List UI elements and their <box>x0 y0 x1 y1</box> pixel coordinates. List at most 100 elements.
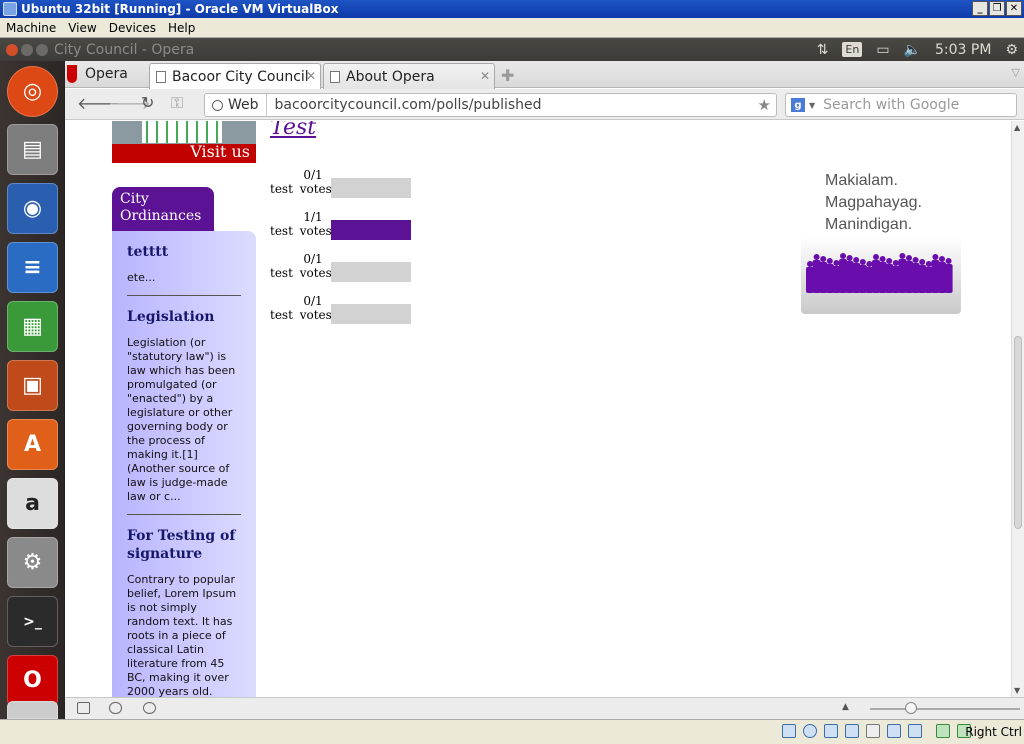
page-content: Visit us City Ordinances tetttt ete... L… <box>65 121 1011 697</box>
building-image <box>142 121 222 143</box>
opera-menu-button[interactable]: Opera <box>67 63 147 85</box>
opera-icon[interactable]: O <box>7 655 58 706</box>
bookmark-star-icon[interactable]: ★ <box>758 96 771 114</box>
menu-view[interactable]: View <box>62 18 102 37</box>
google-icon[interactable]: g <box>791 98 805 112</box>
person-head <box>853 257 860 263</box>
scroll-down-arrow-icon[interactable]: ▼ <box>1014 686 1020 695</box>
shared-folders-icon[interactable] <box>866 724 880 738</box>
slogan-line: Manindigan. <box>825 216 913 233</box>
close-tab-icon[interactable]: ✕ <box>480 69 490 83</box>
keyboard-layout-indicator[interactable]: En <box>842 42 863 57</box>
panel-window-title: City Council - Opera <box>54 41 195 58</box>
tab-about-opera[interactable]: About Opera ✕ <box>323 63 495 89</box>
dvd-icon[interactable] <box>7 701 58 719</box>
zoom-slider[interactable] <box>870 708 1020 710</box>
person-head <box>919 259 926 265</box>
ordinance-title[interactable]: tetttt <box>127 243 241 261</box>
person-head <box>879 256 886 262</box>
display-icon[interactable] <box>887 724 901 738</box>
vote-label: test votes <box>270 266 332 280</box>
slogan-line: Makialam. <box>825 172 898 189</box>
vote-count: 0/1 <box>303 294 323 308</box>
calc-icon[interactable]: ▦ <box>7 301 58 352</box>
zoom-menu-icon[interactable]: ▲ <box>842 702 849 712</box>
search-box[interactable]: g ▼ Search with Google <box>785 93 1017 117</box>
menu-devices[interactable]: Devices <box>103 18 162 37</box>
key-icon[interactable]: ⚿ <box>171 93 183 113</box>
clock[interactable]: 5:03 PM <box>935 42 991 58</box>
vote-count: 0/1 <box>303 168 323 182</box>
speed-dial-icon[interactable] <box>143 702 156 714</box>
network-icon[interactable]: ⇅ <box>817 42 829 58</box>
close-icon[interactable] <box>6 43 18 56</box>
usb-icon[interactable] <box>824 724 838 738</box>
site-info-label: Web <box>228 97 259 113</box>
site-info-button[interactable]: Web <box>205 94 267 116</box>
zoom-slider-handle[interactable] <box>905 702 917 714</box>
ubuntu-top-panel: City Council - Opera ⇅ En ▭ 🔈 5:03 PM ⚙ <box>0 38 1024 61</box>
settings-icon[interactable]: ⚙ <box>7 537 58 588</box>
cloud-icon[interactable] <box>109 702 122 714</box>
optical-drive-icon[interactable] <box>803 724 817 738</box>
scroll-up-arrow-icon[interactable]: ▲ <box>1014 123 1020 132</box>
poll-title-link[interactable]: Test <box>270 121 316 140</box>
gear-icon[interactable]: ⚙ <box>1005 42 1018 58</box>
amazon-icon[interactable]: a <box>7 478 58 529</box>
firefox-icon[interactable]: ◉ <box>7 183 58 234</box>
address-bar[interactable]: Web bacoorcitycouncil.com/polls/publishe… <box>204 93 777 117</box>
tab-bacoor-city-council[interactable]: Bacoor City Council ✕ <box>149 63 321 90</box>
crowd-silhouette-image <box>806 253 953 293</box>
maximize-button[interactable]: ❐ <box>989 1 1005 16</box>
globe-icon <box>212 99 223 111</box>
menu-help[interactable]: Help <box>162 18 201 37</box>
battery-icon[interactable]: ▭ <box>876 42 889 58</box>
person-head <box>906 255 912 261</box>
poll-result-row: 1/1 test votes <box>270 210 430 240</box>
ordinance-title[interactable]: For Testing of signature <box>127 527 241 563</box>
search-input[interactable]: Search with Google <box>823 97 959 113</box>
files-icon[interactable]: ▤ <box>7 124 58 175</box>
visit-us-banner[interactable]: Visit us <box>112 121 256 163</box>
minimize-button[interactable]: _ <box>972 1 988 16</box>
close-button[interactable]: ✕ <box>1006 1 1022 16</box>
url-text[interactable]: bacoorcitycouncil.com/polls/published <box>275 97 542 113</box>
software-center-icon[interactable]: A <box>7 419 58 470</box>
virtualbox-titlebar: Ubuntu 32bit [Running] - Oracle VM Virtu… <box>0 0 1024 18</box>
window-controls <box>6 43 48 56</box>
minimize-icon[interactable] <box>21 43 33 56</box>
close-tab-icon[interactable]: ✕ <box>306 69 316 83</box>
slogan-ad-box[interactable]: Makialam. Magpahayag. Manindigan. <box>801 121 961 314</box>
person-head <box>820 256 827 262</box>
reload-button[interactable]: ↻ <box>141 93 154 112</box>
panel-toggle-icon[interactable] <box>77 702 90 714</box>
new-tab-button[interactable]: ✚ <box>501 66 514 85</box>
virtualbox-icon <box>3 2 17 16</box>
vertical-scrollbar[interactable]: ▲ ▼ <box>1011 121 1024 697</box>
person-head <box>899 253 906 259</box>
hard-disk-icon[interactable] <box>782 724 796 738</box>
video-capture-icon[interactable] <box>908 724 922 738</box>
writer-icon[interactable]: ≡ <box>7 242 58 293</box>
person-head <box>873 254 879 260</box>
divider <box>127 295 241 296</box>
person-head <box>840 253 846 259</box>
menu-machine[interactable]: Machine <box>0 18 62 37</box>
person-head <box>932 254 939 260</box>
person-head <box>912 257 919 263</box>
impress-icon[interactable]: ▣ <box>7 360 58 411</box>
scrollbar-thumb[interactable] <box>1014 336 1022 529</box>
chevron-down-icon[interactable]: ▼ <box>809 101 815 110</box>
maximize-icon[interactable] <box>36 43 48 56</box>
ubuntu-home-icon[interactable]: ◎ <box>7 66 58 117</box>
document-icon <box>330 70 340 83</box>
ordinance-title[interactable]: Legislation <box>127 308 241 326</box>
navigation-bar: 🡐 🡒 ↻ ⚿ Web bacoorcitycouncil.com/polls/… <box>65 89 1024 120</box>
terminal-icon[interactable]: >_ <box>7 596 58 647</box>
vote-count: 1/1 <box>303 210 323 224</box>
city-ordinances-tab[interactable]: City Ordinances <box>112 187 214 231</box>
network-adapter-icon[interactable] <box>845 724 859 738</box>
tab-menu-chevron-icon[interactable]: ▽ <box>1012 66 1020 79</box>
volume-icon[interactable]: 🔈 <box>904 42 921 58</box>
mouse-integration-icon[interactable] <box>936 724 950 738</box>
